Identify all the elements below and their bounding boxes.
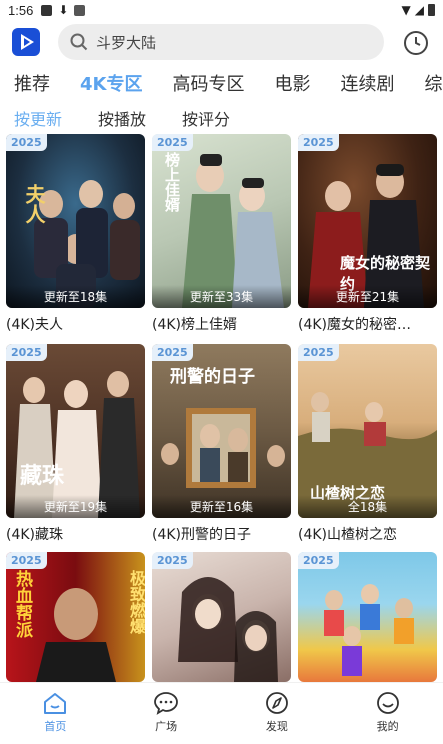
- video-card[interactable]: 刑警的日子 2025 更新至16集 (4K)刑警的日子: [152, 344, 291, 544]
- year-badge: 2025: [152, 134, 193, 151]
- tab-movie[interactable]: 电影: [274, 70, 310, 98]
- nav-square[interactable]: 广场: [111, 683, 222, 744]
- compass-icon: [265, 692, 288, 714]
- poster-title-text: 榜上佳婿: [163, 152, 181, 212]
- poster-title-text: 藏珠: [20, 463, 65, 489]
- poster-title-text: 夫人: [22, 184, 46, 224]
- nav-home-label: 首页: [44, 720, 67, 733]
- sort-by-rating[interactable]: 按评分: [182, 106, 230, 130]
- nav-mine-label: 我的: [376, 720, 399, 733]
- episode-status: 更新至18集: [6, 285, 145, 308]
- header: 斗罗大陆: [0, 22, 443, 64]
- video-card[interactable]: 夫人 2025 更新至18集 (4K)夫人: [6, 134, 145, 334]
- poster-image: 2025: [298, 552, 437, 682]
- video-title: (4K)夫人: [6, 317, 64, 333]
- battery-icon: [428, 4, 435, 16]
- episode-status: 更新至21集: [298, 285, 437, 308]
- category-tabs: 推荐 4K专区 高码专区 电影 连续剧 综: [14, 70, 443, 98]
- poster-title-text: 刑警的日子: [170, 367, 255, 387]
- download-icon: ⬇: [58, 3, 69, 17]
- poster-image: 热血帮派 极致燃爆 2025: [6, 552, 145, 682]
- nav-discover[interactable]: 发现: [222, 683, 333, 744]
- episode-status: 更新至16集: [152, 495, 291, 518]
- video-title: (4K)山楂树之恋: [298, 527, 398, 543]
- search-placeholder: 斗罗大陆: [96, 33, 157, 52]
- poster-image: 夫人 2025 更新至18集: [6, 134, 145, 308]
- year-badge: 2025: [6, 344, 47, 361]
- nav-discover-label: 发现: [265, 720, 288, 733]
- bottom-nav: 首页 广场 发现 我的: [0, 682, 443, 744]
- video-card[interactable]: 山楂树之恋 2025 全18集 (4K)山楂树之恋: [298, 344, 437, 544]
- video-title: (4K)刑警的日子: [152, 527, 252, 543]
- video-card[interactable]: 魔女的秘密契约 2025 更新至21集 (4K)魔女的秘密…: [298, 134, 437, 334]
- video-card[interactable]: 榜上佳婿 2025 更新至33集 (4K)榜上佳婿: [152, 134, 291, 334]
- notification-icon: [41, 4, 53, 16]
- year-badge: 2025: [298, 344, 339, 361]
- video-card[interactable]: 2025: [298, 552, 437, 682]
- nav-mine[interactable]: 我的: [332, 683, 443, 744]
- poster-image: 藏珠 2025 更新至19集: [6, 344, 145, 518]
- year-badge: 2025: [298, 134, 339, 151]
- history-clock-icon[interactable]: [402, 29, 430, 57]
- year-badge: 2025: [6, 552, 47, 569]
- app-logo-icon[interactable]: [12, 28, 40, 56]
- sort-by-plays[interactable]: 按播放: [98, 106, 146, 130]
- search-icon: [70, 33, 88, 51]
- smiley-icon: [376, 692, 399, 714]
- year-badge: 2025: [152, 552, 193, 569]
- poster-figures: [14, 371, 140, 518]
- poster-title-text: 热血帮派: [12, 570, 32, 638]
- tab-high-bitrate[interactable]: 高码专区: [172, 70, 244, 98]
- tab-series[interactable]: 连续剧: [340, 70, 394, 98]
- sort-by-update[interactable]: 按更新: [14, 106, 62, 130]
- video-title: (4K)榜上佳婿: [152, 317, 238, 333]
- video-title: (4K)魔女的秘密…: [298, 317, 412, 333]
- episode-status: 更新至19集: [6, 495, 145, 518]
- tab-variety[interactable]: 综: [424, 70, 442, 98]
- year-badge: 2025: [6, 134, 47, 151]
- chat-bubble-icon: [154, 692, 179, 715]
- poster-image: 2025: [152, 552, 291, 682]
- status-time: 1:56: [8, 2, 34, 18]
- episode-status: 全18集: [298, 495, 437, 518]
- video-card[interactable]: 热血帮派 极致燃爆 2025: [6, 552, 145, 682]
- year-badge: 2025: [298, 552, 339, 569]
- poster-image: 榜上佳婿 2025 更新至33集: [152, 134, 291, 308]
- video-card[interactable]: 2025: [152, 552, 291, 682]
- app-notification-icon: [74, 4, 86, 16]
- nav-square-label: 广场: [155, 720, 178, 733]
- tab-recommend[interactable]: 推荐: [14, 70, 50, 98]
- year-badge: 2025: [152, 344, 193, 361]
- signal-icon: ◢: [414, 3, 424, 17]
- status-bar: 1:56 ⬇ ▼ ◢: [0, 0, 443, 20]
- poster-image: 山楂树之恋 2025 全18集: [298, 344, 437, 518]
- poster-side-text: 极致燃爆: [127, 570, 145, 634]
- poster-figures: [178, 577, 278, 682]
- video-card[interactable]: 藏珠 2025 更新至19集 (4K)藏珠: [6, 344, 145, 544]
- wifi-icon: ▼: [401, 3, 411, 17]
- tab-4k[interactable]: 4K专区: [80, 70, 142, 98]
- video-title: (4K)藏珠: [6, 527, 64, 543]
- poster-image: 刑警的日子 2025 更新至16集: [152, 344, 291, 518]
- poster-image: 魔女的秘密契约 2025 更新至21集: [298, 134, 437, 308]
- poster-figures: [324, 584, 414, 676]
- episode-status: 更新至33集: [152, 285, 291, 308]
- home-icon: [44, 693, 67, 714]
- search-input[interactable]: 斗罗大陆: [58, 24, 384, 60]
- sort-tabs: 按更新 按播放 按评分: [14, 106, 266, 130]
- nav-home[interactable]: 首页: [0, 683, 111, 744]
